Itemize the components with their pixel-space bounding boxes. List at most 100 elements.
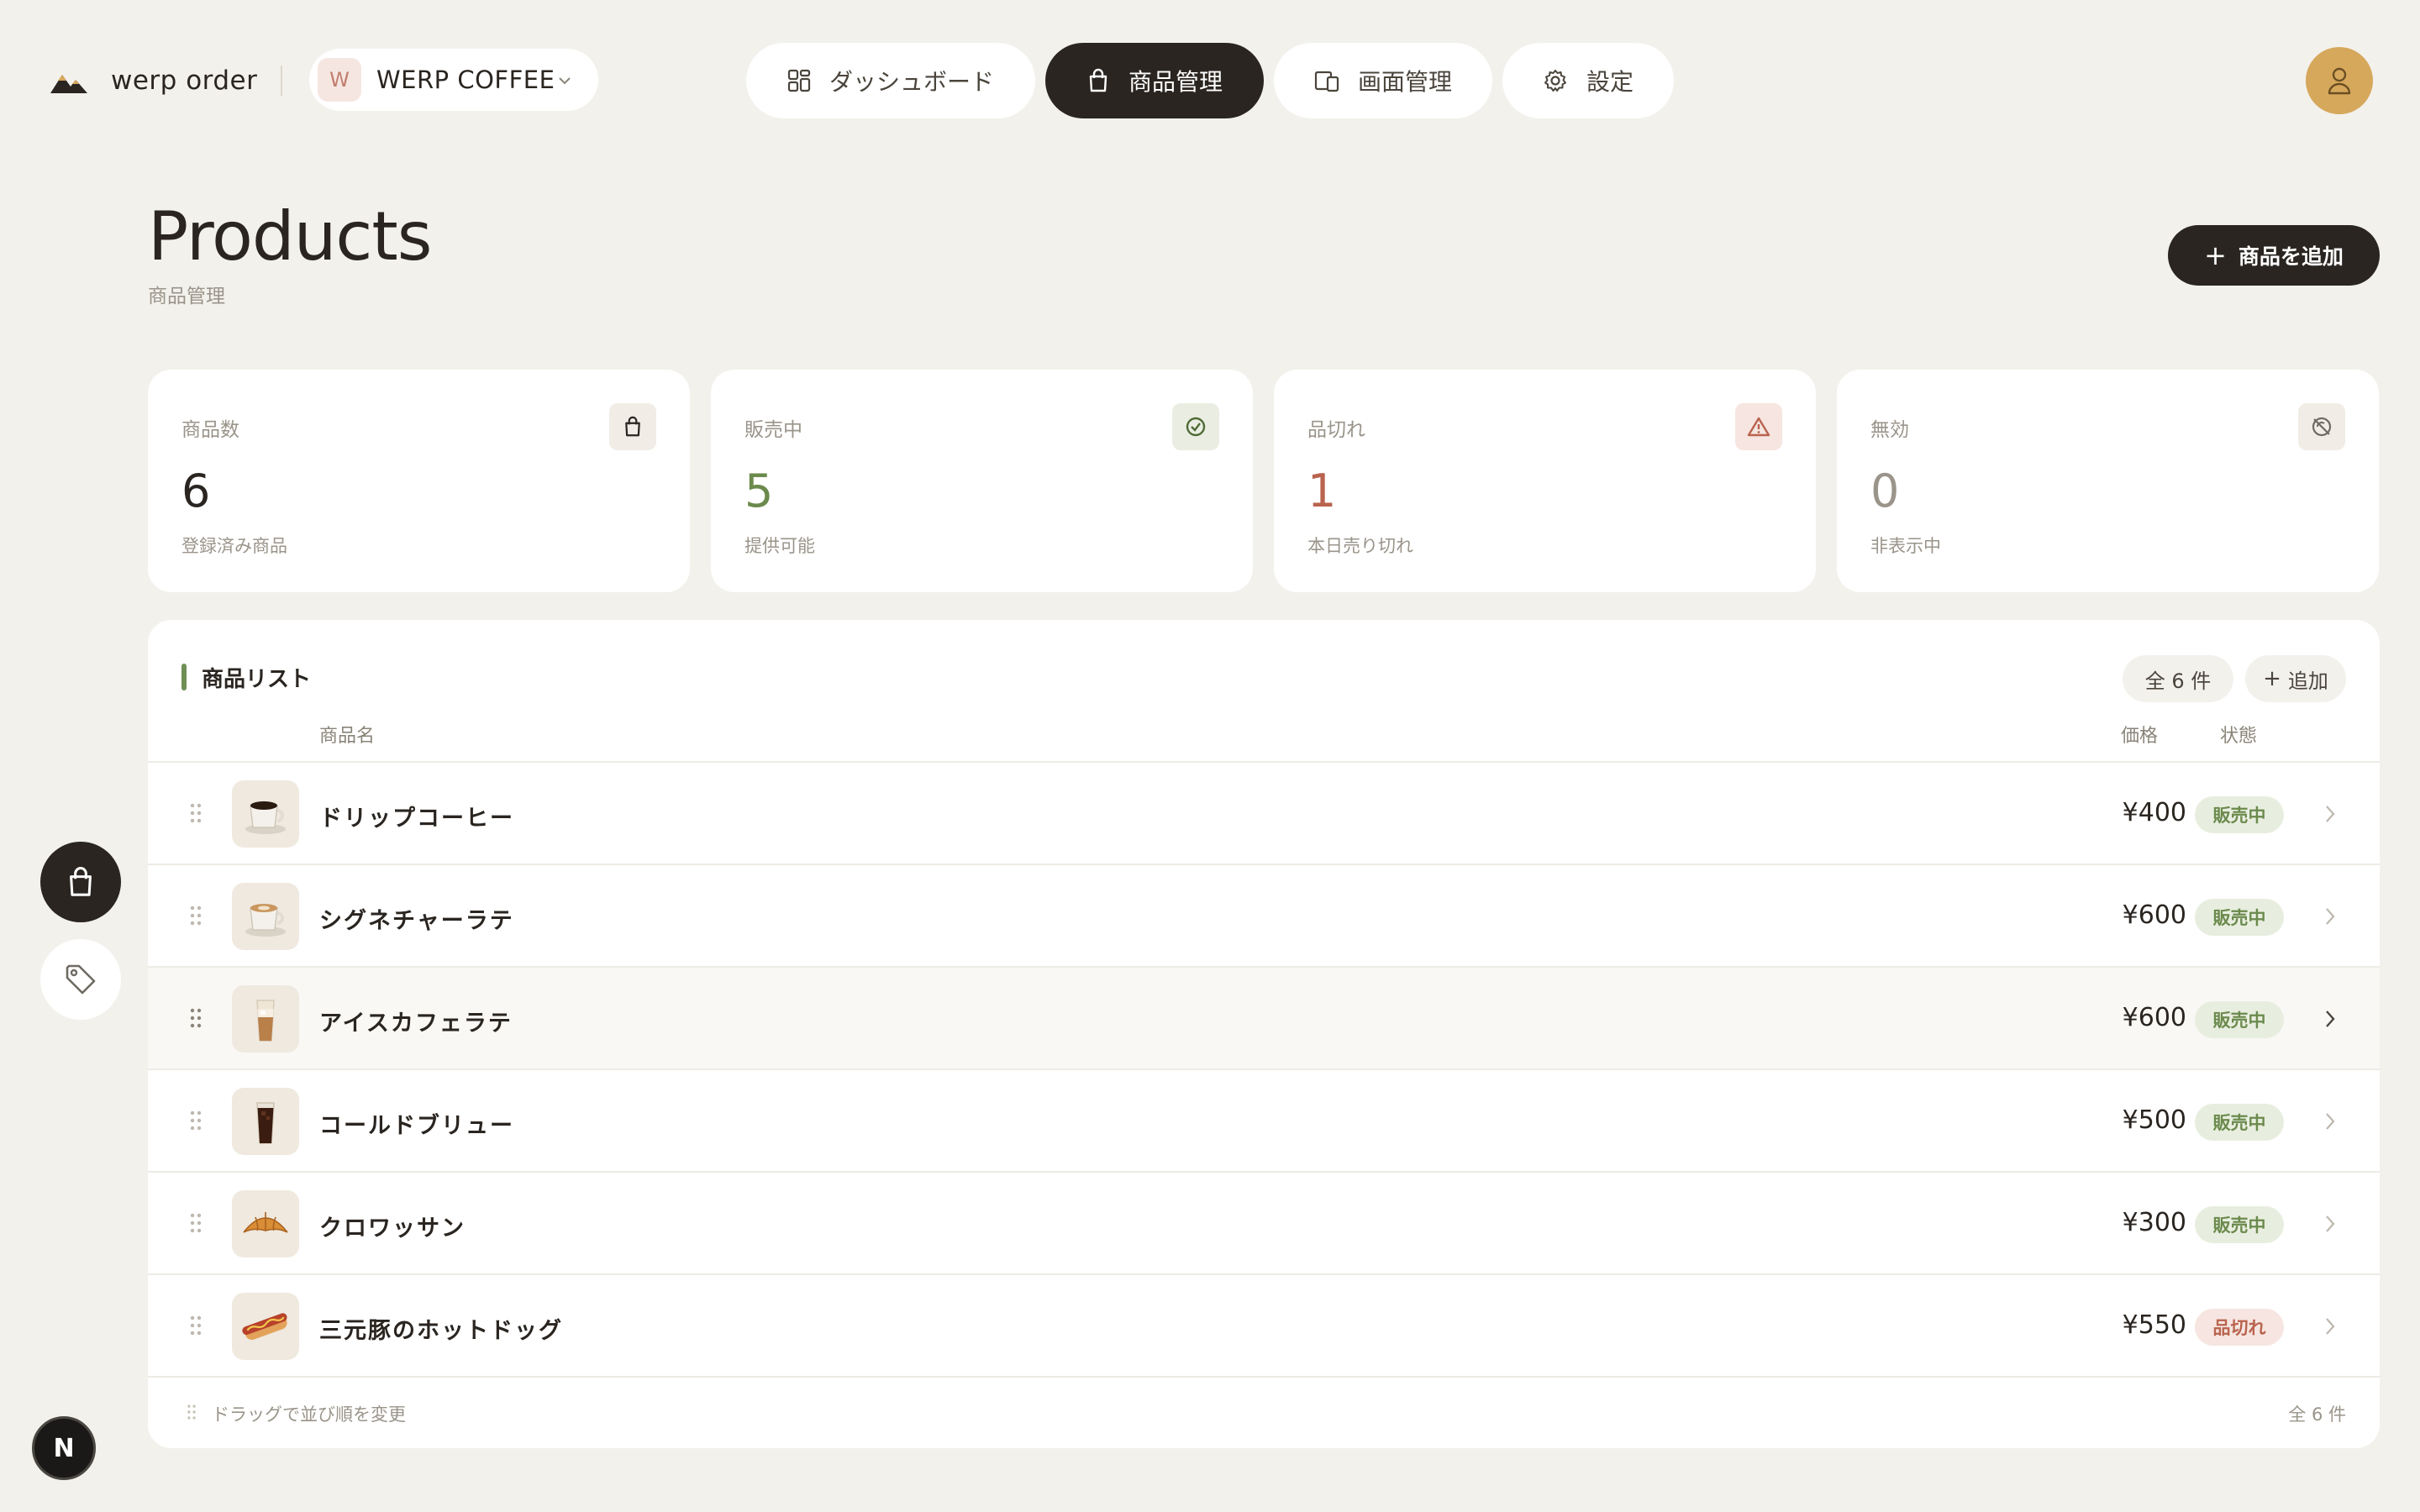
status-badge: 販売中	[2195, 899, 2284, 936]
chevron-right-icon[interactable]	[2324, 1111, 2336, 1131]
cold-brew-image	[232, 1088, 299, 1155]
column-header-price[interactable]: 価格	[2121, 721, 2158, 748]
footer-count: 全 6 件	[2288, 1404, 2346, 1425]
drag-handle-icon[interactable]	[190, 1007, 202, 1029]
list-add-button[interactable]: + 追加	[2245, 655, 2346, 702]
add-product-label: 商品を追加	[2238, 244, 2344, 269]
stat-label: 無効	[1870, 419, 1909, 441]
status-badge: 販売中	[2195, 796, 2284, 833]
stat-subtext: 本日売り切れ	[1307, 536, 1413, 556]
product-price: ¥400	[2122, 798, 2186, 827]
plus-icon: +	[2204, 239, 2227, 271]
chevron-right-icon[interactable]	[2324, 804, 2336, 824]
check-circle-icon	[1172, 403, 1219, 450]
page-title: Products	[148, 197, 432, 276]
latte-image	[232, 883, 299, 950]
chevron-right-icon[interactable]	[2324, 906, 2336, 927]
product-name: 三元豚のホットドッグ	[319, 1318, 563, 1344]
hot-coffee-image	[232, 780, 299, 848]
hidden-circle-icon	[2298, 403, 2345, 450]
store-name: WERP COFFEE	[376, 66, 555, 94]
screens-icon	[1314, 71, 1339, 92]
shopping-bag-icon	[70, 867, 92, 896]
drag-handle-icon[interactable]	[190, 1110, 202, 1131]
drag-handle-icon[interactable]	[190, 1315, 202, 1336]
stat-subtext: 提供可能	[744, 536, 815, 556]
rail-tags-button[interactable]	[40, 939, 121, 1020]
stat-subtext: 非表示中	[1870, 536, 1941, 556]
rail-products-button[interactable]	[40, 842, 121, 922]
nav-tab-products[interactable]: 商品管理	[1045, 43, 1264, 118]
chevron-right-icon[interactable]	[2324, 1009, 2336, 1029]
user-icon	[2328, 67, 2351, 95]
stat-value: 6	[182, 465, 211, 517]
product-name: アイスカフェラテ	[319, 1011, 513, 1037]
stat-card-disabled: 無効 0 非表示中	[1837, 370, 2379, 592]
brand-logo-icon	[50, 75, 87, 93]
drag-reorder-hint: ドラッグで並び順を変更	[212, 1404, 406, 1425]
stat-card-sold-out: 品切れ 1 本日売り切れ	[1274, 370, 1816, 592]
product-row[interactable]: ドリップコーヒー ¥400 販売中	[148, 761, 2380, 864]
nav-tab-label: 画面管理	[1357, 68, 1452, 96]
croissant-image	[232, 1190, 299, 1257]
add-product-button[interactable]: + 商品を追加	[2168, 225, 2380, 286]
product-price: ¥550	[2122, 1310, 2186, 1340]
nav-tab-screens[interactable]: 画面管理	[1274, 43, 1492, 118]
product-name: シグネチャーラテ	[319, 908, 514, 934]
warning-triangle-icon	[1735, 403, 1782, 450]
column-header-status[interactable]: 状態	[2220, 721, 2257, 748]
nav-tab-label: 商品管理	[1128, 68, 1223, 96]
chevron-right-icon[interactable]	[2324, 1316, 2336, 1336]
tag-icon	[66, 964, 96, 995]
brand-divider	[281, 66, 283, 96]
product-row[interactable]: シグネチャーラテ ¥600 販売中	[148, 864, 2380, 966]
gear-icon	[1544, 70, 1566, 92]
status-badge: 品切れ	[2195, 1309, 2284, 1346]
iced-latte-image	[232, 985, 299, 1053]
product-count-pill: 全 6 件	[2123, 655, 2233, 702]
product-name: クロワッサン	[319, 1215, 466, 1242]
dashboard-grid-icon	[787, 69, 811, 92]
drag-handle-icon[interactable]	[190, 1212, 202, 1234]
store-selector[interactable]: W WERP COFFEE	[309, 49, 598, 111]
list-footer: ドラッグで並び順を変更 全 6 件	[148, 1376, 2380, 1448]
brand-name: werp order	[111, 66, 258, 96]
chevron-right-icon[interactable]	[2324, 1214, 2336, 1234]
column-header-name[interactable]: 商品名	[319, 721, 375, 748]
hotdog-image	[232, 1293, 299, 1360]
product-price: ¥500	[2122, 1105, 2186, 1135]
user-avatar[interactable]	[2306, 47, 2373, 114]
stat-subtext: 登録済み商品	[182, 536, 287, 556]
product-row[interactable]: コールドブリュー ¥500 販売中	[148, 1068, 2380, 1171]
product-name: コールドブリュー	[319, 1113, 514, 1139]
nav-tab-label: 設定	[1586, 68, 1634, 96]
product-row[interactable]: アイスカフェラテ ¥600 販売中	[148, 966, 2380, 1068]
nav-tab-dashboard[interactable]: ダッシュボード	[746, 43, 1035, 118]
product-price: ¥300	[2122, 1208, 2186, 1237]
drag-handle-icon[interactable]	[190, 802, 202, 824]
dev-tools-badge[interactable]: N	[32, 1416, 96, 1480]
stat-card-total: 商品数 6 登録済み商品	[148, 370, 690, 592]
product-price: ¥600	[2122, 1003, 2186, 1032]
shopping-bag-icon	[1089, 68, 1107, 92]
product-list-panel: 商品リスト 全 6 件 + 追加 商品名 価格 状態 ドリップコーヒー ¥400…	[148, 620, 2380, 1448]
product-price: ¥600	[2122, 900, 2186, 930]
chevron-down-icon	[559, 77, 571, 85]
drag-handle-icon	[187, 1404, 196, 1420]
stat-card-on-sale: 販売中 5 提供可能	[711, 370, 1253, 592]
product-row[interactable]: クロワッサン ¥300 販売中	[148, 1171, 2380, 1273]
stat-label: 品切れ	[1307, 419, 1365, 441]
page-subtitle: 商品管理	[148, 286, 225, 307]
status-badge: 販売中	[2195, 1104, 2284, 1141]
product-name: ドリップコーヒー	[319, 806, 514, 832]
stat-label: 商品数	[182, 419, 239, 441]
product-row[interactable]: 三元豚のホットドッグ ¥550 品切れ	[148, 1273, 2380, 1376]
drag-handle-icon[interactable]	[190, 905, 202, 927]
stat-value: 0	[1870, 465, 1900, 517]
brand[interactable]: werp order	[50, 60, 283, 101]
nav-tab-settings[interactable]: 設定	[1502, 43, 1674, 118]
status-badge: 販売中	[2195, 1206, 2284, 1243]
status-badge: 販売中	[2195, 1001, 2284, 1038]
plus-icon: +	[2263, 666, 2281, 691]
list-add-label: 追加	[2287, 669, 2328, 693]
